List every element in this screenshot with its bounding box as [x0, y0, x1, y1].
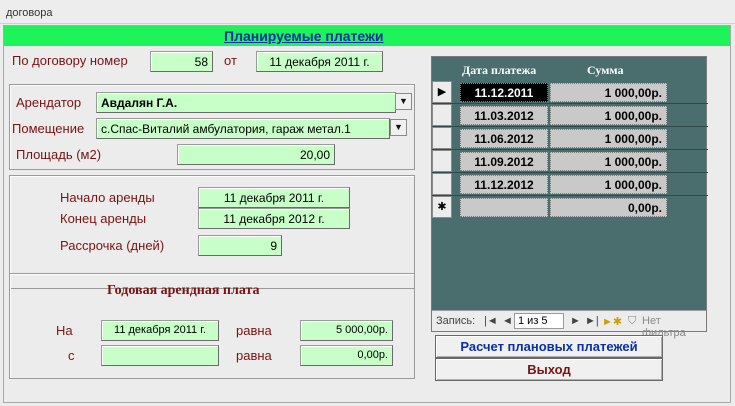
table-row-date-3[interactable]: 11.06.2012: [460, 129, 548, 148]
annual-rent-title: Годовая арендная плата: [107, 283, 260, 298]
row-selector[interactable]: [432, 127, 452, 149]
payments-grid: Дата платежа Сумма ▶ 11.12.2011 1 000,00…: [431, 56, 708, 339]
column-header-sum: Сумма: [587, 63, 624, 77]
tenant-field[interactable]: Авдалян Г.А.: [96, 92, 396, 113]
table-row-sum-3[interactable]: 1 000,00р.: [550, 129, 667, 148]
new-row-sum[interactable]: 0,00р.: [550, 198, 667, 217]
table-row-sum-5[interactable]: 1 000,00р.: [550, 175, 667, 194]
premises-label: Помещение: [12, 121, 85, 136]
header-band: Планируемые платежи: [4, 26, 730, 46]
annual-amount-1-field[interactable]: 5 000,00р.: [300, 320, 393, 341]
table-row-sum-4[interactable]: 1 000,00р.: [550, 152, 667, 171]
lease-end-label: Конец аренды: [60, 211, 147, 226]
new-row-date[interactable]: [460, 198, 548, 217]
lease-start-field[interactable]: 11 декабря 2011 г.: [198, 187, 350, 208]
column-header-date: Дата платежа: [462, 63, 537, 77]
window-title: договора: [6, 7, 53, 19]
installment-field[interactable]: 9: [198, 235, 282, 256]
contract-date-label: от: [224, 53, 237, 68]
premises-field[interactable]: с.Спас-Виталий амбулатория, гараж метал.…: [96, 118, 390, 139]
calculate-payments-button[interactable]: Расчет плановых платежей: [435, 335, 663, 358]
tenant-label: Арендатор: [16, 95, 82, 110]
record-navigation-bar: Запись: |◄ ◄ 1 из 5 ► ►| ►✱ ⛉ Нет фильтр…: [432, 310, 706, 339]
table-row-date-5[interactable]: 11.12.2012: [460, 175, 548, 194]
first-record-icon[interactable]: |◄: [484, 315, 498, 327]
table-row-date-4[interactable]: 11.09.2012: [460, 152, 548, 171]
row-selector[interactable]: [432, 104, 452, 126]
annual-from-label: с: [68, 348, 75, 363]
table-row-date-1[interactable]: 11.12.2011: [460, 83, 548, 102]
area-field[interactable]: 20,00: [177, 144, 335, 165]
chevron-down-icon: ▼: [394, 122, 403, 132]
contract-date-field[interactable]: 11 декабря 2011 г.: [256, 51, 383, 72]
row-divider: [432, 126, 708, 127]
annual-on-date-field[interactable]: 11 декабря 2011 г.: [101, 320, 219, 341]
current-row-arrow-icon: ▶: [437, 86, 447, 98]
annual-on-label: На: [56, 323, 73, 338]
contract-number-field[interactable]: 58: [150, 51, 213, 72]
area-label: Площадь (м2): [16, 147, 102, 162]
exit-button[interactable]: Выход: [435, 358, 663, 381]
row-selector[interactable]: [432, 173, 452, 195]
row-selector-new[interactable]: ✱: [432, 196, 452, 218]
record-label: Запись:: [436, 315, 476, 327]
prev-record-icon[interactable]: ◄: [502, 315, 513, 327]
contract-number-label: По договору номер: [12, 53, 128, 68]
page-title: Планируемые платежи: [224, 28, 384, 44]
annual-equals-label-1: равна: [236, 323, 272, 338]
table-row-sum-1[interactable]: 1 000,00р.: [550, 83, 667, 102]
record-position-field[interactable]: 1 из 5: [514, 313, 564, 329]
annual-from-field[interactable]: [101, 345, 219, 366]
table-row-sum-2[interactable]: 1 000,00р.: [550, 106, 667, 125]
row-divider: [432, 172, 708, 173]
lease-start-label: Начало аренды: [60, 190, 155, 205]
table-row-date-2[interactable]: 11.03.2012: [460, 106, 548, 125]
filter-icon[interactable]: ⛉: [628, 315, 636, 328]
annual-amount-2-field[interactable]: 0,00р.: [300, 345, 393, 366]
window-titlebar: договора: [0, 0, 735, 24]
chevron-down-icon: ▼: [399, 96, 408, 106]
row-divider: [432, 149, 708, 150]
row-selector-current[interactable]: ▶: [432, 81, 452, 103]
tenant-dropdown-button[interactable]: ▼: [395, 93, 412, 110]
next-record-icon[interactable]: ►: [570, 315, 581, 327]
last-record-icon[interactable]: ►|: [585, 315, 599, 327]
installment-label: Рассрочка (дней): [60, 238, 165, 253]
row-selector[interactable]: [432, 150, 452, 172]
row-divider: [432, 195, 708, 196]
annual-equals-label-2: равна: [236, 348, 272, 363]
premises-dropdown-button[interactable]: ▼: [390, 119, 407, 136]
contract-form: Планируемые платежи По договору номер 58…: [3, 25, 731, 403]
lease-end-field[interactable]: 11 декабря 2012 г.: [198, 208, 350, 229]
row-divider: [432, 103, 708, 104]
new-record-icon: ✱: [437, 201, 447, 213]
new-record-nav-icon[interactable]: ►✱: [602, 315, 622, 328]
